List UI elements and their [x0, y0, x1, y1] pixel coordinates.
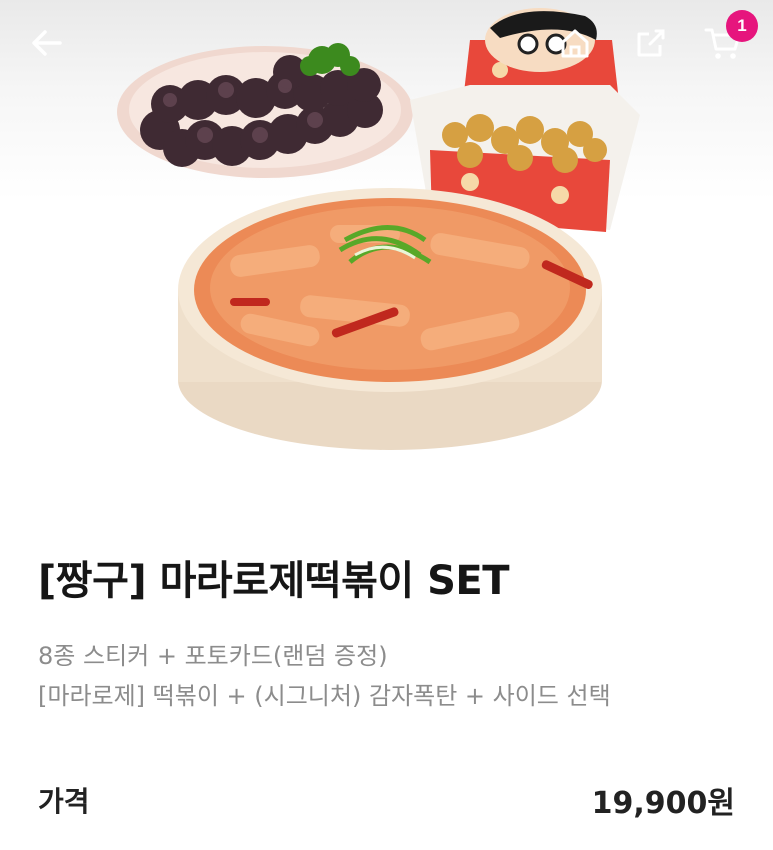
arrow-left-icon — [32, 30, 62, 56]
product-image-area: 1 — [0, 0, 773, 500]
top-navigation-bar: 1 — [0, 0, 773, 90]
share-button[interactable] — [628, 20, 674, 66]
cart-count-badge: 1 — [726, 10, 758, 42]
back-button[interactable] — [24, 20, 70, 66]
product-description-line-1: 8종 스티커 + 포토카드(랜덤 증정) — [38, 642, 388, 670]
price-value: 19,900원 — [591, 786, 735, 821]
price-label: 가격 — [38, 785, 90, 818]
product-description-line-2: [마라로제] 떡볶이 + (시그니처) 감자폭탄 + 사이드 선택 — [38, 682, 611, 710]
home-icon — [561, 29, 589, 58]
product-title: [짱구] 마라로제떡볶이 SET — [38, 558, 510, 604]
home-button[interactable] — [552, 20, 598, 66]
share-icon — [637, 29, 665, 57]
